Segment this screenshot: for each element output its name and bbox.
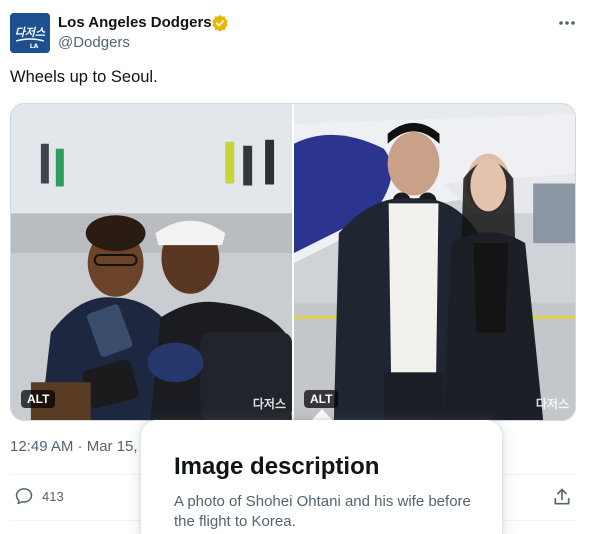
author-handle[interactable]: @Dodgers [58, 34, 130, 51]
tweet-timestamp[interactable]: 12:49 AM · Mar 15, 2 [10, 438, 150, 455]
photo-1-image [11, 104, 292, 420]
popover-title: Image description [174, 453, 380, 480]
more-icon [559, 21, 575, 25]
watermark: 다저스 [252, 397, 286, 411]
tweet-text: Wheels up to Seoul. [10, 68, 158, 86]
photo-2-image [294, 104, 575, 420]
avatar[interactable]: 다저스 LA [10, 13, 50, 53]
reply-icon [15, 488, 33, 505]
svg-text:다저스: 다저스 [15, 26, 46, 39]
author-name[interactable]: Los Angeles Dodgers [58, 14, 212, 31]
reply-button[interactable]: 413 [14, 486, 64, 506]
share-icon [554, 488, 570, 505]
image-description-popover: Image description A photo of Shohei Ohta… [141, 420, 502, 534]
alt-badge[interactable]: ALT [304, 390, 339, 408]
svg-text:LA: LA [30, 43, 39, 50]
share-button[interactable] [552, 487, 572, 507]
reply-count: 413 [42, 488, 64, 504]
verified-badge-icon [212, 14, 228, 32]
watermark: 다저스 [535, 397, 569, 411]
alt-badge[interactable]: ALT [21, 390, 56, 408]
popover-description: A photo of Shohei Ohtani and his wife be… [174, 493, 471, 530]
media-photo-1[interactable]: ALT 다저스 [11, 104, 292, 420]
media-grid: ALT 다저스 ALT 다저스 [10, 103, 576, 421]
media-photo-2[interactable]: ALT 다저스 [294, 104, 575, 420]
more-options-button[interactable] [556, 12, 578, 34]
dodgers-logo-icon: 다저스 LA [10, 13, 50, 53]
